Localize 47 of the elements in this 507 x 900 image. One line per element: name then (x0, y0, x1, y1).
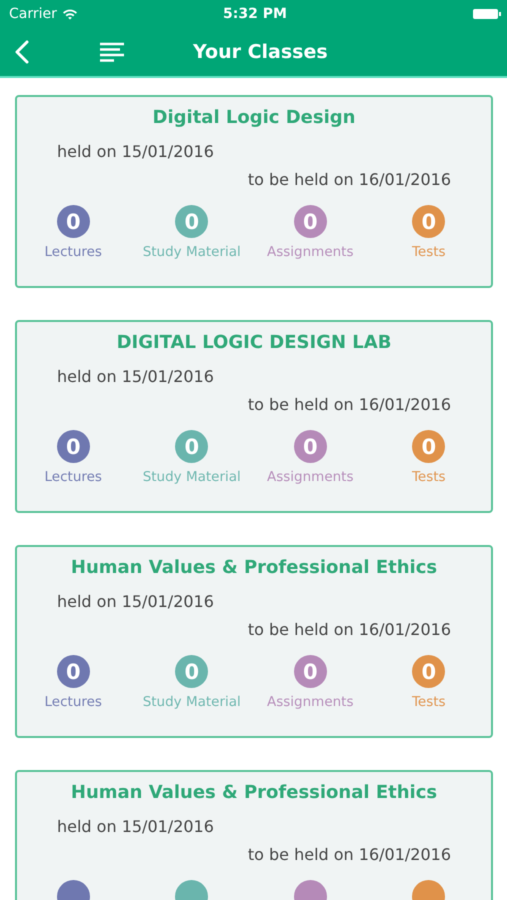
stat-label: Assignments (266, 469, 354, 485)
held-date: held on 15/01/2016 (57, 817, 214, 836)
class-name: Human Values & Professional Ethics (70, 556, 438, 580)
count-badge[interactable]: 0 (175, 205, 208, 238)
stat-label: Tests (412, 694, 446, 710)
count-badge[interactable]: 0 (56, 205, 90, 238)
status-time: 5:32 PM (223, 6, 287, 22)
screen-title: Your Classes (193, 41, 328, 63)
stat-label: Tests (412, 469, 446, 485)
class-name: Digital Logic Design (152, 106, 356, 130)
count-badge[interactable]: 0 (56, 430, 90, 463)
menu-icon[interactable] (99, 42, 125, 62)
class-card[interactable]: Human Values & Professional Ethics held on 15/01/2016 to be held on 16/01/2016 0 Lectures 0 Study Material 0 Assignments 0 Tests (15, 545, 493, 738)
battery-icon (472, 8, 501, 20)
stat-label: Study Material (142, 244, 241, 260)
stat-label: Lectures (44, 694, 102, 710)
next-date: to be held on 16/01/2016 (248, 170, 451, 189)
count-badge[interactable]: 0 (412, 205, 446, 238)
count-badge[interactable]: 0 (412, 430, 446, 463)
next-date: to be held on 16/01/2016 (248, 845, 451, 864)
count-badge[interactable]: 0 (294, 430, 327, 463)
count-badge[interactable]: 0 (294, 205, 327, 238)
wifi-icon (62, 8, 78, 20)
class-name: DIGITAL LOGIC DESIGN LAB (116, 331, 392, 355)
class-card[interactable]: Human Values & Professional Ethics held on 15/01/2016 to be held on 16/01/2016 (15, 770, 493, 900)
stat-label: Lectures (44, 244, 102, 260)
count-badge[interactable]: 0 (56, 655, 90, 688)
class-card[interactable]: DIGITAL LOGIC DESIGN LAB held on 15/01/2016 to be held on 16/01/2016 0 Lectures 0 Study Material 0 Assignments 0 Tests (15, 320, 493, 513)
back-icon[interactable] (15, 40, 29, 64)
held-date: held on 15/01/2016 (57, 592, 214, 611)
stat-label: Study Material (142, 694, 241, 710)
stat-label: Assignments (266, 694, 354, 710)
stat-label: Study Material (142, 469, 241, 485)
held-date: held on 15/01/2016 (57, 367, 214, 386)
next-date: to be held on 16/01/2016 (248, 395, 451, 414)
next-date: to be held on 16/01/2016 (248, 620, 451, 639)
stat-label: Assignments (266, 244, 354, 260)
count-badge[interactable]: 0 (294, 655, 327, 688)
count-badge[interactable]: 0 (412, 655, 446, 688)
count-badge[interactable]: 0 (175, 430, 208, 463)
held-date: held on 15/01/2016 (57, 142, 214, 161)
carrier-label: Carrier (9, 6, 57, 22)
count-badge[interactable]: 0 (175, 655, 208, 688)
stat-label: Tests (412, 244, 446, 260)
class-card[interactable]: Digital Logic Design held on 15/01/2016 to be held on 16/01/2016 0 Lectures 0 Study Material 0 Assignments 0 Tests (15, 95, 493, 288)
class-name: Human Values & Professional Ethics (70, 781, 438, 805)
stat-label: Lectures (44, 469, 102, 485)
